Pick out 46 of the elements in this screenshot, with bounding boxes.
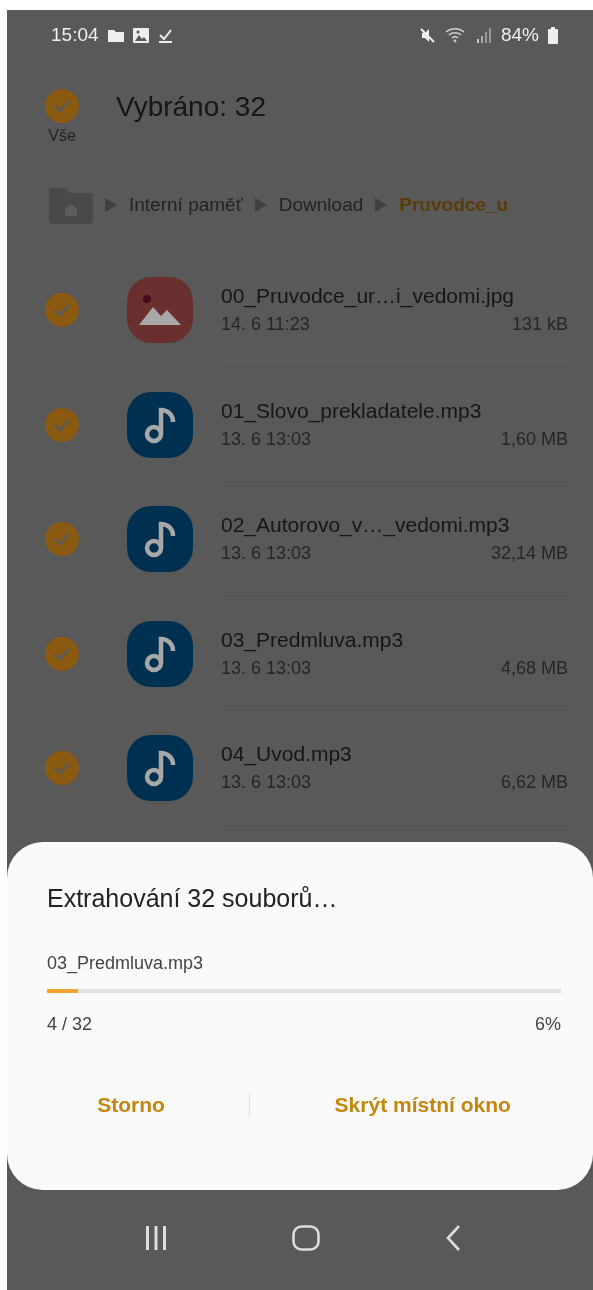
music-file-icon xyxy=(127,391,193,458)
checkmark-icon xyxy=(53,761,71,776)
chevron-icon xyxy=(254,198,267,212)
current-file-name: 03_Predmluva.mp3 xyxy=(47,953,204,974)
select-all-checkbox[interactable] xyxy=(45,88,79,123)
file-checkbox[interactable] xyxy=(45,293,79,328)
file-checkbox[interactable] xyxy=(45,407,79,442)
chevron-icon xyxy=(375,198,388,212)
battery-percent: 84% xyxy=(500,24,539,46)
status-time: 15:04 xyxy=(51,24,99,46)
download-done-icon xyxy=(157,27,173,43)
file-name: 01_Slovo_prekladatele.mp3 xyxy=(221,398,483,423)
file-name: 02_Autorovo_v…_vedomi.mp3 xyxy=(221,513,511,538)
file-name: 04_Uvod.mp3 xyxy=(221,742,353,767)
dialog-button[interactable]: Storno xyxy=(81,1085,181,1125)
checkmark-icon xyxy=(53,303,71,318)
select-all-label: Vše xyxy=(48,126,76,145)
mute-icon xyxy=(418,26,436,44)
file-name: 00_Pruvodce_ur…i_vedomi.jpg xyxy=(221,284,515,309)
back-icon[interactable] xyxy=(444,1224,461,1252)
image-file-icon xyxy=(127,277,193,344)
checkmark-icon xyxy=(53,98,71,113)
recent-apps-icon[interactable] xyxy=(144,1226,167,1250)
checkmark-icon xyxy=(53,532,71,547)
dialog-title: Extrahování 32 souborů… xyxy=(47,884,338,913)
file-checkbox[interactable] xyxy=(45,636,79,671)
selection-title: Vybráno: 32 xyxy=(116,90,266,123)
checkmark-icon xyxy=(53,417,71,432)
folder-icon xyxy=(107,28,124,42)
progress-count: 4 / 32 xyxy=(47,1014,93,1035)
home-icon[interactable] xyxy=(291,1225,320,1251)
chevron-icon xyxy=(105,198,117,212)
dialog-button[interactable]: Skrýt místní okno xyxy=(318,1085,527,1125)
music-file-icon xyxy=(127,620,193,687)
breadcrumb-item[interactable]: Pruvodce_u xyxy=(399,194,509,216)
file-checkbox[interactable] xyxy=(45,751,79,786)
music-file-icon xyxy=(127,506,193,573)
image-icon xyxy=(132,27,149,43)
file-checkbox[interactable] xyxy=(45,522,79,557)
progress-percent: 6% xyxy=(535,1014,561,1035)
file-name: 03_Predmluva.mp3 xyxy=(221,627,405,652)
music-file-icon xyxy=(127,735,193,802)
battery-icon xyxy=(548,26,558,44)
signal-icon xyxy=(475,27,492,43)
wifi-icon xyxy=(444,27,467,43)
checkmark-icon xyxy=(53,646,71,661)
